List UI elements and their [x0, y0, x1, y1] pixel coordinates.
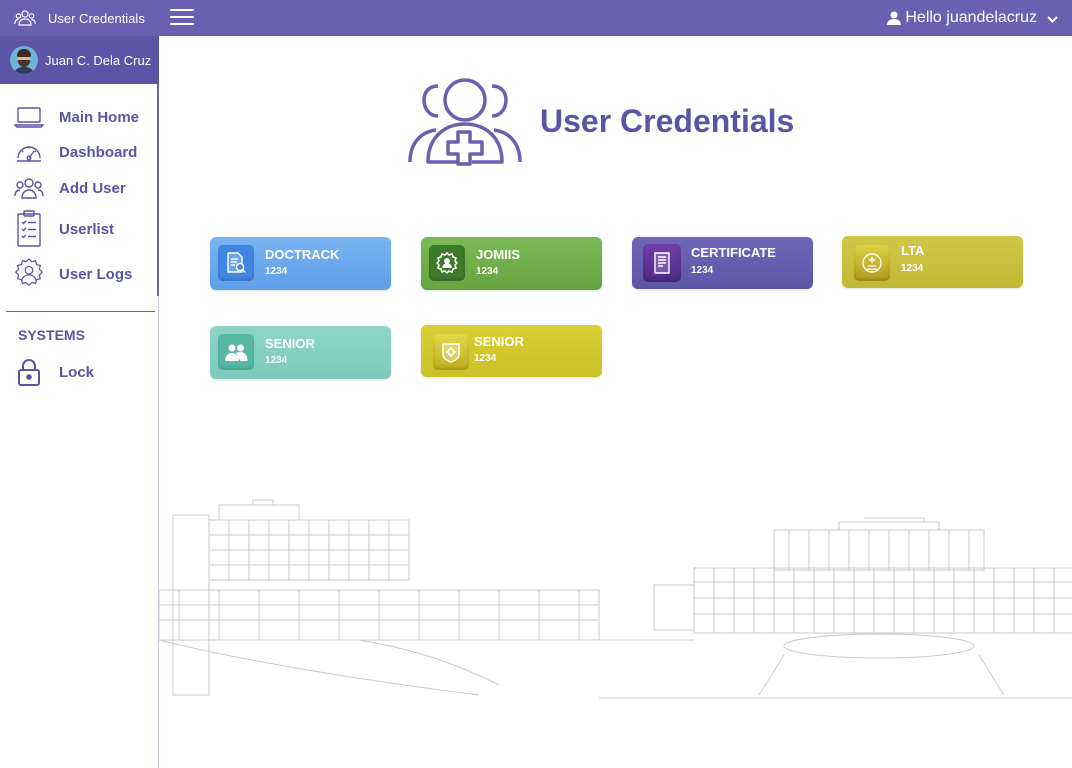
- sidebar-item-label: Add User: [59, 179, 126, 197]
- sidebar-item-label: Userlist: [59, 220, 115, 238]
- card-name: SENIOR: [474, 334, 524, 349]
- avatar: [10, 46, 38, 74]
- certificate-icon: [643, 244, 681, 282]
- greeting-text: Hello juandelacruz: [905, 9, 1037, 26]
- user-gear-icon: [14, 258, 44, 287]
- user-name: Juan C. Dela Cruz: [45, 52, 152, 68]
- sidebar-item-label: User Logs: [59, 265, 133, 283]
- document-search-icon: [218, 245, 254, 281]
- hamburger-line: [170, 23, 194, 25]
- hospital-buildings-illustration: [159, 499, 1072, 699]
- credential-card-senior-2[interactable]: SENIOR 1234: [421, 325, 602, 377]
- users-icon: [14, 178, 44, 199]
- clipboard-list-icon: [17, 210, 41, 247]
- users-plus-icon: [408, 78, 522, 166]
- card-name: SENIOR: [265, 336, 315, 351]
- credential-card-doctrack[interactable]: DOCTRACK 1234: [210, 237, 391, 290]
- credential-card-certificate[interactable]: CERTIFICATE 1234: [632, 237, 813, 289]
- card-name: DOCTRACK: [265, 247, 340, 262]
- sidebar-item-label: Dashboard: [59, 143, 138, 161]
- lock-icon: [18, 359, 40, 386]
- card-value: 1234: [265, 266, 288, 277]
- user-icon: [887, 11, 902, 25]
- sidebar-item-userlist[interactable]: Userlist: [12, 210, 152, 248]
- sidebar-item-lock[interactable]: Lock: [12, 358, 152, 386]
- card-name: CERTIFICATE: [691, 245, 776, 260]
- fingerprint-icon: [854, 245, 890, 281]
- laptop-icon: [14, 107, 44, 128]
- gear-person-icon: [429, 245, 465, 281]
- brand-label: User Credentials: [48, 10, 145, 26]
- brand[interactable]: User Credentials: [0, 0, 158, 36]
- top-bar: User Credentials Hello juandelacruz: [0, 0, 1072, 36]
- hamburger-line: [170, 16, 194, 18]
- sidebar-item-label: Main Home: [59, 108, 140, 126]
- card-value: 1234: [265, 355, 288, 366]
- badge-icon: [433, 334, 469, 370]
- sidebar-item-main-home[interactable]: Main Home: [12, 106, 152, 128]
- users-icon: [14, 10, 36, 26]
- card-value: 1234: [691, 265, 714, 276]
- user-menu[interactable]: Hello juandelacruz: [887, 0, 1058, 36]
- card-name: LTA: [901, 243, 925, 258]
- credential-card-jomiis[interactable]: JOMIIS 1234: [421, 237, 602, 290]
- card-value: 1234: [476, 266, 499, 277]
- sidebar-item-add-user[interactable]: Add User: [12, 176, 152, 200]
- chevron-down-icon: [1047, 16, 1058, 23]
- sidebar-item-dashboard[interactable]: Dashboard: [12, 140, 152, 164]
- speedometer-icon: [17, 146, 41, 162]
- hamburger-line: [170, 9, 194, 11]
- people-icon: [218, 334, 254, 370]
- card-name: JOMIIS: [476, 247, 521, 262]
- card-value: 1234: [901, 263, 924, 274]
- sidebar-section-title: SYSTEMS: [18, 327, 85, 343]
- menu-toggle-button[interactable]: [170, 9, 194, 27]
- user-profile[interactable]: Juan C. Dela Cruz: [0, 36, 159, 84]
- sidebar: Main Home Dashboard Add User Userlist Us…: [0, 84, 159, 768]
- credential-card-lta[interactable]: LTA 1234: [842, 236, 1023, 288]
- page-title: User Credentials: [540, 102, 795, 139]
- card-value: 1234: [474, 353, 497, 364]
- sidebar-divider: [6, 311, 155, 312]
- page-header: User Credentials: [408, 76, 794, 166]
- sidebar-item-user-logs[interactable]: User Logs: [12, 256, 152, 292]
- sidebar-item-label: Lock: [59, 363, 95, 381]
- credential-card-senior[interactable]: SENIOR 1234: [210, 326, 391, 379]
